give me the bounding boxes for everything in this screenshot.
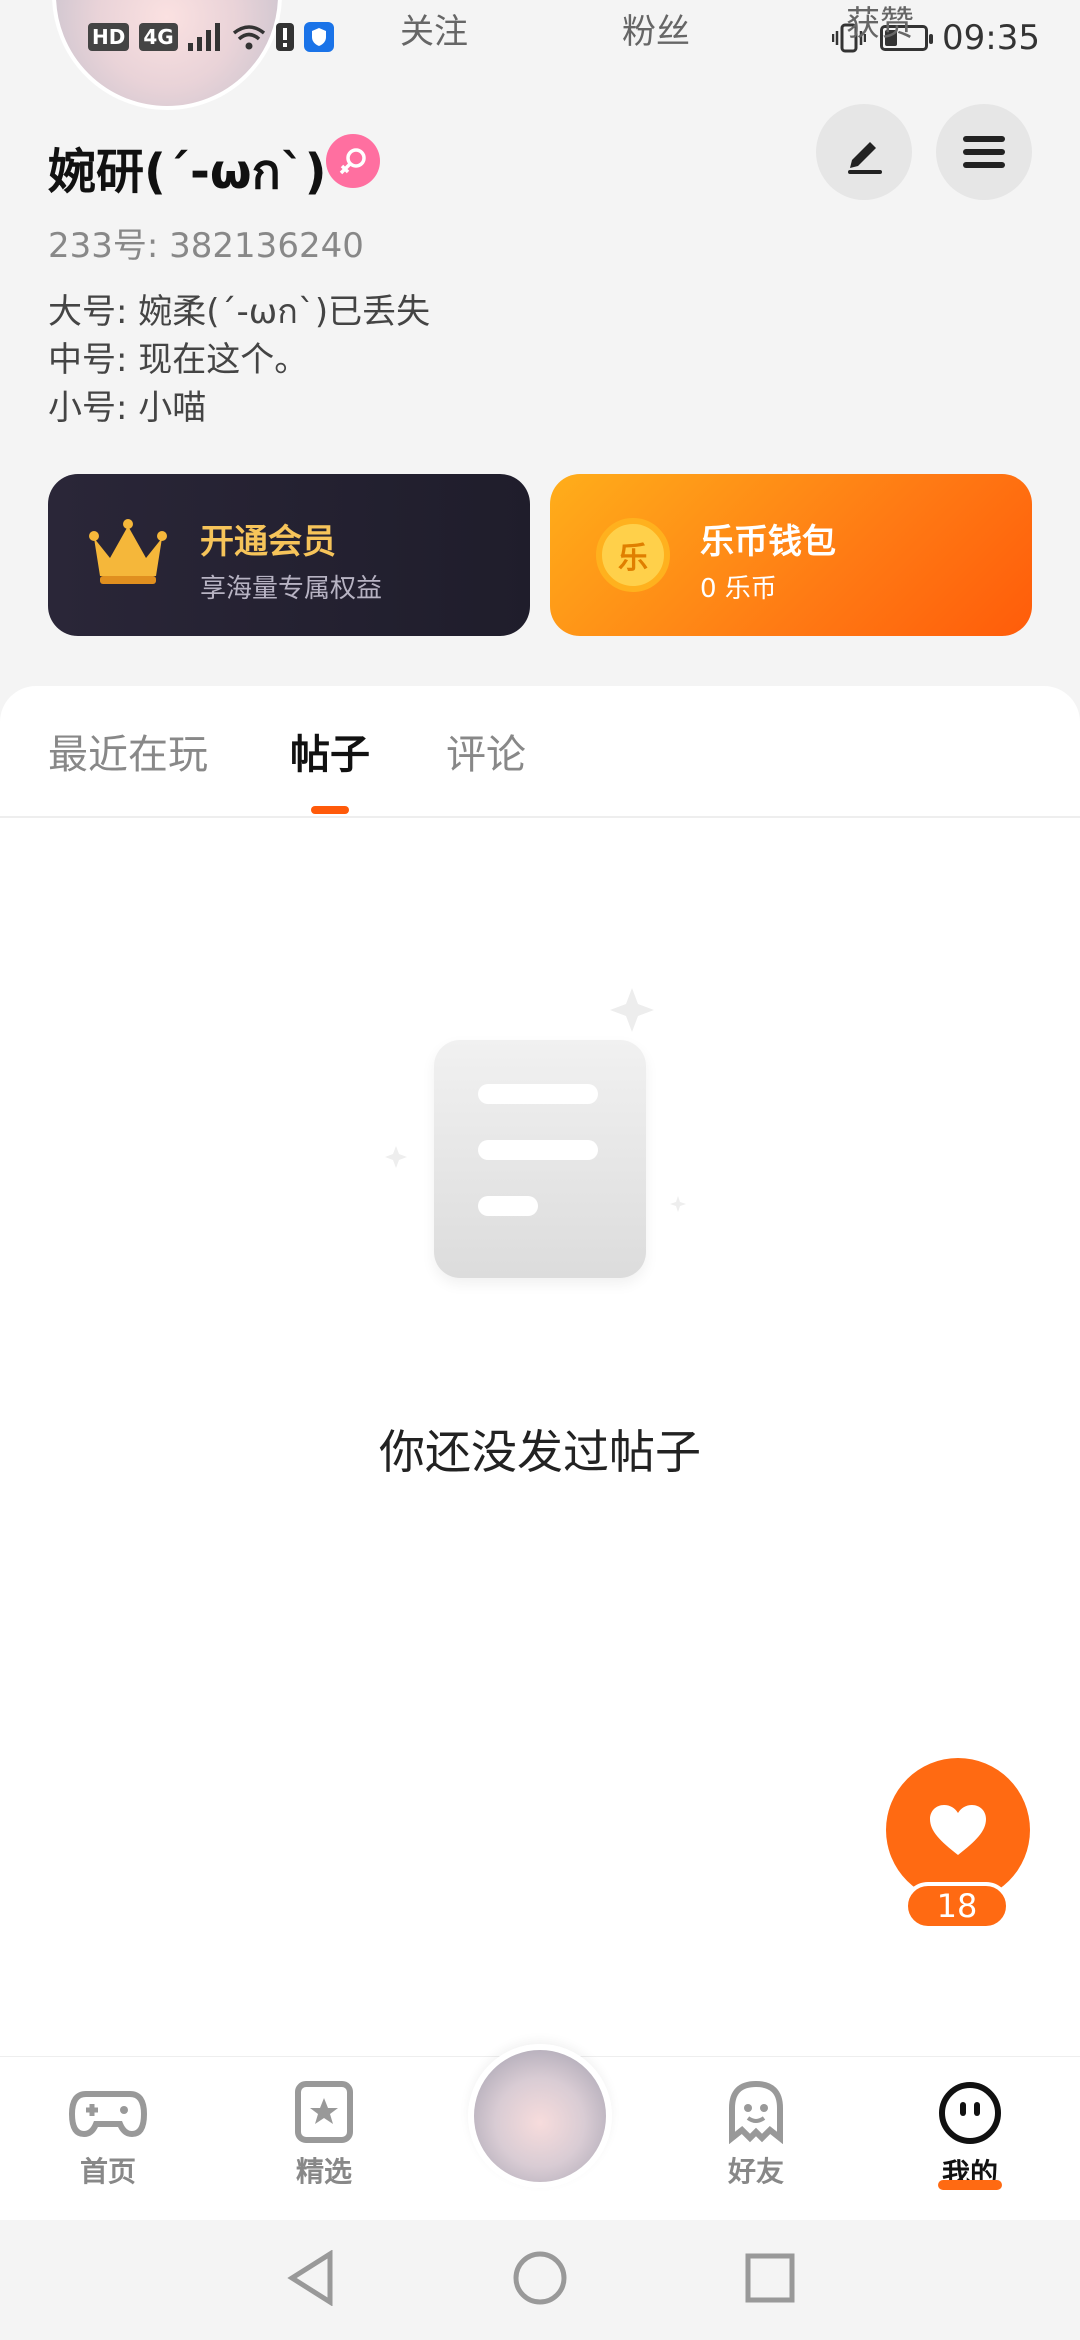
user-id: 233号: 382136240: [48, 226, 364, 266]
gamepad-icon: [68, 2091, 148, 2138]
empty-document-icon: [434, 1040, 646, 1278]
wallet-title: 乐币钱包: [700, 522, 836, 562]
like-button[interactable]: [886, 1758, 1030, 1902]
recents-icon[interactable]: [744, 2252, 796, 2304]
vip-card[interactable]: 开通会员 享海量专属权益: [48, 474, 530, 636]
status-bar: HD 4G 09:35: [0, 0, 1080, 86]
pen-icon: [848, 142, 882, 174]
status-left: HD 4G: [88, 22, 334, 52]
signal-icon: [187, 23, 220, 51]
hd-tag: HD: [88, 23, 130, 51]
coin-glyph: 乐: [618, 541, 648, 576]
wallet-card[interactable]: 乐 乐币钱包 0 乐币: [550, 474, 1032, 636]
clock: 09:35: [942, 18, 1040, 58]
tab-divider: [0, 816, 1080, 818]
face-icon: [939, 2082, 1001, 2144]
nav-friends[interactable]: 好友: [686, 2080, 826, 2190]
bio-line: 小号: 小喵: [48, 388, 207, 428]
tab-indicator: [311, 806, 349, 814]
tab-posts[interactable]: 帖子: [290, 722, 370, 780]
center-avatar-button[interactable]: [468, 2044, 612, 2188]
like-count: 18: [904, 1882, 1010, 1930]
menu-button[interactable]: [936, 104, 1032, 200]
nav-active-underline: [938, 2180, 1002, 2190]
likes-received-label[interactable]: 获赞: [846, 0, 914, 45]
system-nav-bar: [0, 2220, 1080, 2340]
back-icon[interactable]: [286, 2250, 336, 2306]
nav-me[interactable]: 我的: [900, 2080, 1040, 2190]
shield-icon: [303, 22, 334, 52]
alert-icon: [275, 23, 294, 51]
following-label[interactable]: 关注: [400, 4, 468, 53]
coin-icon: 乐: [596, 518, 670, 592]
nav-home-label: 首页: [79, 2155, 136, 2188]
hamburger-icon: [963, 136, 1005, 168]
nav-featured[interactable]: 精选: [254, 2080, 394, 2190]
home-icon[interactable]: [512, 2250, 568, 2306]
tab-recent-play[interactable]: 最近在玩: [48, 722, 208, 780]
heart-icon: [930, 1805, 986, 1855]
wifi-icon: [232, 25, 265, 50]
username: 婉研(´-ωก`): [48, 144, 327, 200]
crown-icon: [89, 519, 167, 584]
female-gender-icon: [326, 134, 380, 188]
bio-line: 中号: 现在这个。: [48, 340, 309, 380]
tab-comments[interactable]: 评论: [446, 722, 526, 780]
nav-friends-label: 好友: [727, 2155, 784, 2188]
edit-profile-button[interactable]: [816, 104, 912, 200]
wallet-balance: 0 乐币: [700, 574, 777, 604]
ghost-icon: [729, 2080, 783, 2144]
nav-home[interactable]: 首页: [38, 2080, 178, 2190]
bio-line: 大号: 婉柔(´-ωก`)已丢失: [48, 292, 431, 332]
star-bookmark-icon: [295, 2081, 353, 2143]
nav-featured-label: 精选: [295, 2155, 352, 2188]
network-tag: 4G: [139, 23, 178, 51]
vip-title: 开通会员: [200, 522, 336, 562]
followers-label[interactable]: 粉丝: [622, 4, 690, 53]
vip-subtitle: 享海量专属权益: [200, 574, 383, 604]
empty-state-text: 你还没发过帖子: [379, 1425, 701, 1479]
